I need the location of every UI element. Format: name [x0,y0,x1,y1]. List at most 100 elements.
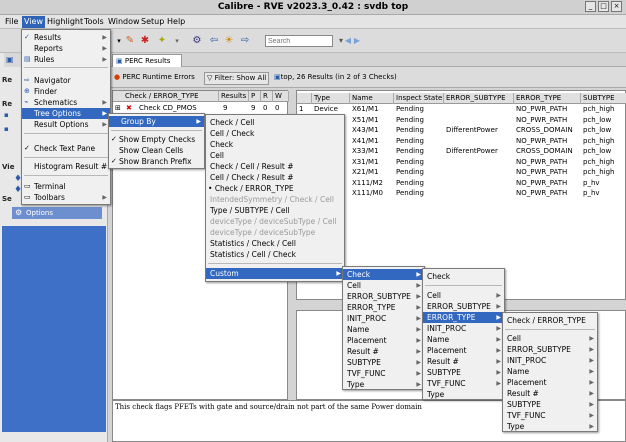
menu-item-custom2-check[interactable]: Check [423,271,504,282]
menu-window[interactable]: Window [108,17,140,26]
menu-item-custom3-type[interactable]: Type ▶ [503,421,597,432]
maximize-button[interactable]: □ [598,1,609,12]
menu-item-custom1-subtype[interactable]: SUBTYPE ▶ [343,357,424,368]
menu-item-custom2-result[interactable]: Result # ▶ [423,356,504,367]
menu-item-results[interactable]: ✓ Results ▶ [22,32,110,43]
menu-item-custom3-tvf-func[interactable]: TVF_FUNC ▶ [503,410,597,421]
menu-item-group-check-cell[interactable]: Check / Cell [206,117,344,128]
search-input[interactable] [265,35,333,47]
menu-item-finder[interactable]: ⊕ Finder [22,86,110,97]
menu-item-custom2-cell[interactable]: Cell ▶ [423,290,504,301]
minimize-button[interactable]: _ [585,1,596,12]
header-results[interactable]: Results [219,91,249,102]
menu-highlight[interactable]: Highlight [47,17,83,26]
highlight-icon[interactable]: ✱ [138,34,152,48]
runtime-errors-button[interactable]: ● PERC Runtime Errors [114,72,195,83]
header-subtype[interactable]: SUBTYPE [581,93,626,104]
sun-icon[interactable]: ☀ [222,34,236,48]
menu-item-schematics[interactable]: ⌁ Schematics ▶ [22,97,110,108]
menu-item-custom3-error-subtype[interactable]: ERROR_SUBTYPE ▶ [503,344,597,355]
table-row[interactable]: X111/M0 Pending NO_PWR_PATH p_hv [297,188,626,199]
menu-item-custom1-check[interactable]: Check ▶ [343,269,424,280]
menu-item-custom1-init-proc[interactable]: INIT_PROC ▶ [343,313,424,324]
header-w[interactable]: W [273,91,289,102]
tree-node-icon[interactable]: ▪ [4,125,9,133]
menu-item-group-cell-check[interactable]: Cell / Check [206,128,344,139]
menu-item-custom2-subtype[interactable]: SUBTYPE ▶ [423,367,504,378]
table-row[interactable]: X31/M1 Pending NO_PWR_PATH pch_high [297,157,626,168]
table-row[interactable]: X41/M1 Pending NO_PWR_PATH pch_high [297,136,626,147]
menu-item-navigator[interactable]: ⇨ Navigator [22,75,110,86]
menu-item-custom1-name[interactable]: Name ▶ [343,324,424,335]
table-row[interactable]: 1 Device X61/M1 Pending NO_PWR_PATH pch_high [297,104,626,115]
menu-item-custom1-error-type[interactable]: ERROR_TYPE ▶ [343,302,424,313]
menu-item-custom1-result[interactable]: Result # ▶ [343,346,424,357]
menu-item-custom1-cell[interactable]: Cell ▶ [343,280,424,291]
menu-item-custom3-check-error-type[interactable]: Check / ERROR_TYPE [503,315,597,326]
menu-help[interactable]: Help [167,17,185,26]
menu-item-custom1-error-subtype[interactable]: ERROR_SUBTYPE ▶ [343,291,424,302]
back-arrow-icon[interactable]: ⇦ [207,34,221,48]
forward-arrow-icon[interactable]: ⇨ [238,34,252,48]
menu-item-show-branch-prefix[interactable]: ✓ Show Branch Prefix [109,156,204,167]
header-type[interactable]: Type [312,93,350,104]
menu-item-custom2-error-type[interactable]: ERROR_TYPE ▶ [423,312,504,323]
clear-highlight-icon[interactable]: ✦ [155,34,169,48]
menu-item-group-check[interactable]: Check [206,139,344,150]
table-row[interactable]: X111/M2 Pending NO_PWR_PATH p_hv [297,178,626,189]
menu-item-custom2-type[interactable]: Type [423,389,504,400]
tree-node-icon[interactable]: ▪ [4,111,9,119]
menu-item-custom2-error-subtype[interactable]: ERROR_SUBTYPE ▶ [423,301,504,312]
menu-item-group-statistics-check-cell[interactable]: Statistics / Check / Cell [206,238,344,249]
menu-item-custom1-type[interactable]: Type ▶ [343,379,424,390]
menu-item-custom3-name[interactable]: Name ▶ [503,366,597,377]
menu-item-check-text-pane[interactable]: ✓ Check Text Pane [22,143,110,154]
menu-item-custom1-placement[interactable]: Placement ▶ [343,335,424,346]
menu-file[interactable]: File [5,17,18,26]
menu-view[interactable]: View [22,16,45,28]
folder-icon[interactable]: ▣ [6,55,14,64]
menu-item-histogram[interactable]: Histogram Result # [22,161,110,172]
menu-item-group-check-cell-result[interactable]: Check / Cell / Result # [206,161,344,172]
menu-item-custom1-tvf-func[interactable]: TVF_FUNC ▶ [343,368,424,379]
header-r[interactable]: R [261,91,273,102]
tool-icon[interactable]: ✎ [123,34,137,48]
menu-setup[interactable]: Setup [141,17,164,26]
menu-item-custom2-name[interactable]: Name ▶ [423,334,504,345]
search-next-icon[interactable]: ▶ [350,34,364,48]
options-item[interactable]: Options [12,207,102,219]
menu-item-custom3-cell[interactable]: Cell ▶ [503,333,597,344]
table-row[interactable]: X33/M1 Pending DifferentPower CROSS_DOMAIN p… [297,146,626,157]
menu-item-group-cell[interactable]: Cell [206,150,344,161]
menu-item-group-custom[interactable]: Custom ▶ [206,268,344,279]
table-row[interactable]: X43/M1 Pending DifferentPower CROSS_DOMAIN p… [297,125,626,136]
menu-item-reports[interactable]: Reports ▶ [22,43,110,54]
menu-item-result-options[interactable]: Result Options ▶ [22,119,110,130]
chevron-down-icon[interactable]: ▾ [170,34,184,48]
filter-button[interactable]: ▽ Filter: Show All [204,72,270,85]
menu-item-custom3-placement[interactable]: Placement ▶ [503,377,597,388]
menu-item-group-statistics-cell-check[interactable]: Statistics / Cell / Check [206,249,344,260]
menu-item-custom2-tvf-func[interactable]: TVF_FUNC ▶ [423,378,504,389]
menu-item-tree-options[interactable]: Tree Options ▶ [22,108,110,119]
tab-perc-results[interactable]: ▣ PERC Results × [112,54,182,77]
menu-item-group-check-error-type[interactable]: • Check / ERROR_TYPE [206,183,344,194]
menu-item-custom2-init-proc[interactable]: INIT_PROC ▶ [423,323,504,334]
header-error-subtype[interactable]: ERROR_SUBTYPE [444,93,514,104]
header-p[interactable]: P [249,91,261,102]
menu-item-custom2-placement[interactable]: Placement ▶ [423,345,504,356]
menu-item-group-cell-check-result[interactable]: Cell / Check / Result # [206,172,344,183]
menu-item-show-clean-cells[interactable]: Show Clean Cells [109,145,204,156]
table-row[interactable]: 2DeviceX51/M1PendingNO_PWR_PATHpch_low [297,115,626,126]
menu-item-toolbars[interactable]: ▭ Toolbars ▶ [22,192,110,203]
header-index[interactable] [297,93,312,104]
close-window-button[interactable]: × [611,1,622,12]
header-error-type[interactable]: ERROR_TYPE [514,93,581,104]
menu-tools[interactable]: Tools [84,17,104,26]
menu-item-show-empty-checks[interactable]: ✓ Show Empty Checks [109,134,204,145]
menu-item-custom3-result[interactable]: Result # ▶ [503,388,597,399]
menu-item-custom3-init-proc[interactable]: INIT_PROC ▶ [503,355,597,366]
table-row[interactable]: X21/M1 Pending NO_PWR_PATH pch_high [297,167,626,178]
menu-item-group-by[interactable]: Group By ▶ [109,116,204,127]
header-name[interactable]: Name [350,93,394,104]
